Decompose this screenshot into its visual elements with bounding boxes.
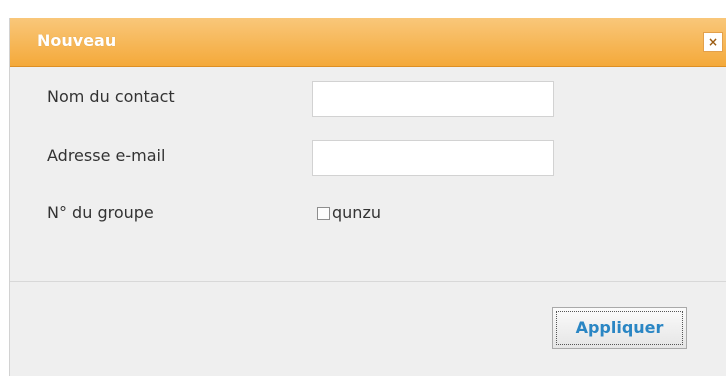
email-label: Adresse e-mail: [47, 146, 166, 165]
apply-button[interactable]: Appliquer: [552, 307, 687, 349]
dialog-title-bar: Nouveau ×: [10, 18, 726, 67]
group-label: N° du groupe: [47, 203, 154, 222]
close-icon[interactable]: ×: [703, 32, 723, 52]
footer-divider: [10, 281, 726, 282]
contact-name-label: Nom du contact: [47, 87, 175, 106]
new-contact-dialog: Nouveau × Nom du contact Adresse e-mail …: [9, 18, 726, 376]
group-option-label[interactable]: qunzu: [332, 203, 381, 222]
group-checkbox[interactable]: [317, 207, 330, 220]
email-input[interactable]: [312, 140, 554, 176]
dialog-title: Nouveau: [37, 31, 117, 50]
focus-ring: [556, 311, 683, 345]
contact-name-input[interactable]: [312, 81, 554, 117]
